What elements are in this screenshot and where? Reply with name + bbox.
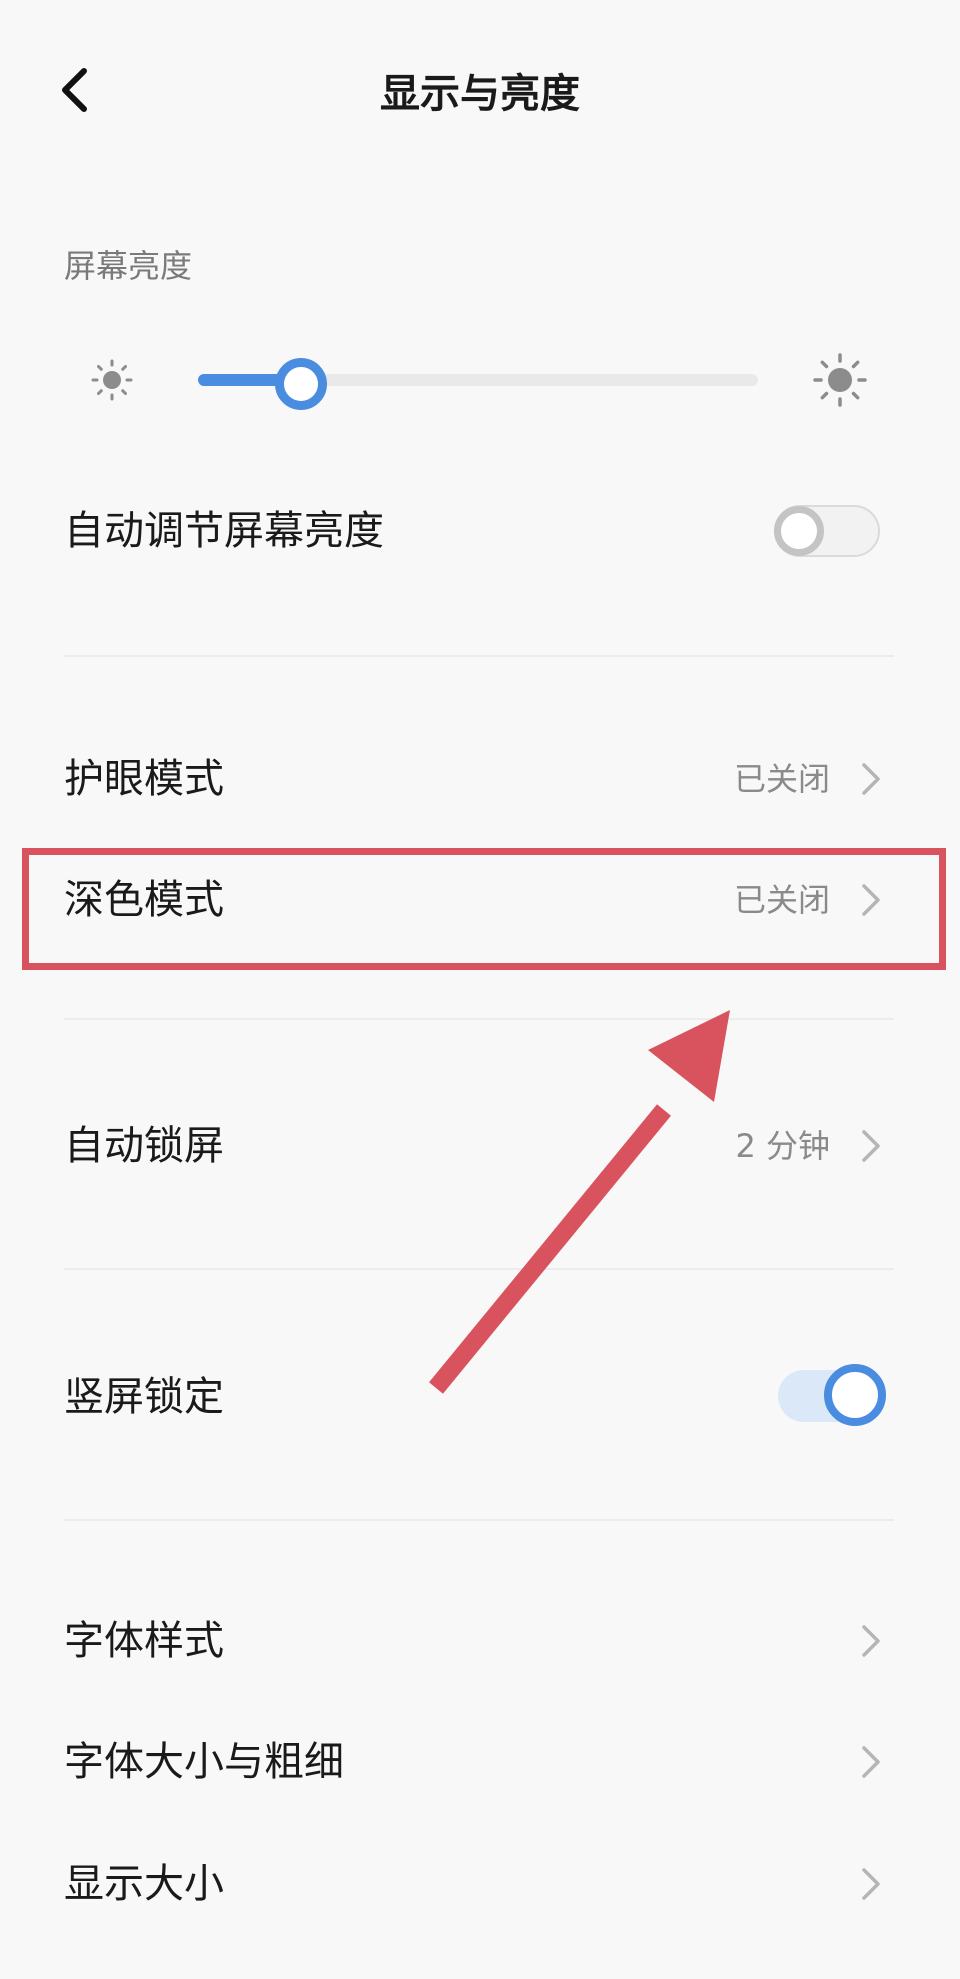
annotation-arrow (429, 1010, 730, 1394)
